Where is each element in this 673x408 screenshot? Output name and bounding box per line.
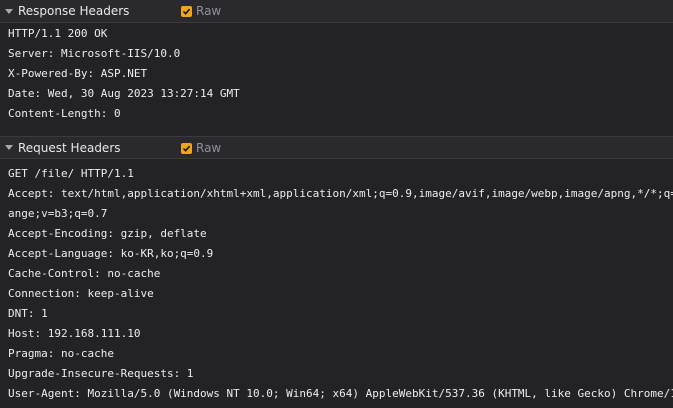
request-raw-toggle[interactable]: Raw (181, 141, 221, 155)
response-raw-toggle[interactable]: Raw (181, 4, 221, 18)
triangle-down-icon[interactable] (5, 8, 13, 14)
request-header-line: ange;v=b3;q=0.7 (8, 207, 108, 220)
response-header-line: Content-Length: 0 (8, 107, 121, 120)
request-headers-bar[interactable]: Request Headers Raw (0, 136, 673, 159)
request-header-line: GET /file/ HTTP/1.1 (8, 167, 134, 180)
response-headers-title: Response Headers (18, 4, 130, 18)
request-headers-raw-text: GET /file/ HTTP/1.1 Accept: text/html,app… (0, 164, 673, 404)
checkmark-icon[interactable] (181, 5, 192, 17)
request-headers-title: Request Headers (18, 140, 121, 155)
response-header-line: X-Powered-By: ASP.NET (8, 67, 148, 80)
request-header-line: Upgrade-Insecure-Requests: 1 (8, 367, 194, 380)
response-headers-bar[interactable]: Response Headers Raw (0, 0, 673, 23)
response-header-line: Server: Microsoft-IIS/10.0 (8, 47, 181, 60)
checkmark-icon[interactable] (181, 142, 192, 154)
request-header-line: Host: 192.168.111.10 (8, 327, 141, 340)
request-header-line: Accept: text/html,application/xhtml+xml,… (8, 187, 673, 200)
response-header-line: Date: Wed, 30 Aug 2023 13:27:14 GMT (8, 87, 240, 100)
request-header-line: Accept-Language: ko-KR,ko;q=0.9 (8, 247, 214, 260)
headers-panel: Response Headers Raw HTTP/1.1 200 OK Serv… (0, 0, 673, 408)
request-header-line: Cache-Control: no-cache (8, 267, 161, 280)
request-header-line: Accept-Encoding: gzip, deflate (8, 227, 207, 240)
request-header-line: Connection: keep-alive (8, 287, 154, 300)
request-header-line: User-Agent: Mozilla/5.0 (Windows NT 10.0… (8, 387, 673, 400)
request-header-line: Pragma: no-cache (8, 347, 114, 360)
triangle-down-icon[interactable] (5, 145, 13, 150)
response-raw-label: Raw (196, 4, 222, 18)
request-header-line: DNT: 1 (8, 307, 48, 320)
response-headers-raw-text: HTTP/1.1 200 OK Server: Microsoft-IIS/10.… (0, 24, 673, 124)
request-raw-label: Raw (196, 141, 222, 155)
response-header-line: HTTP/1.1 200 OK (8, 27, 108, 40)
